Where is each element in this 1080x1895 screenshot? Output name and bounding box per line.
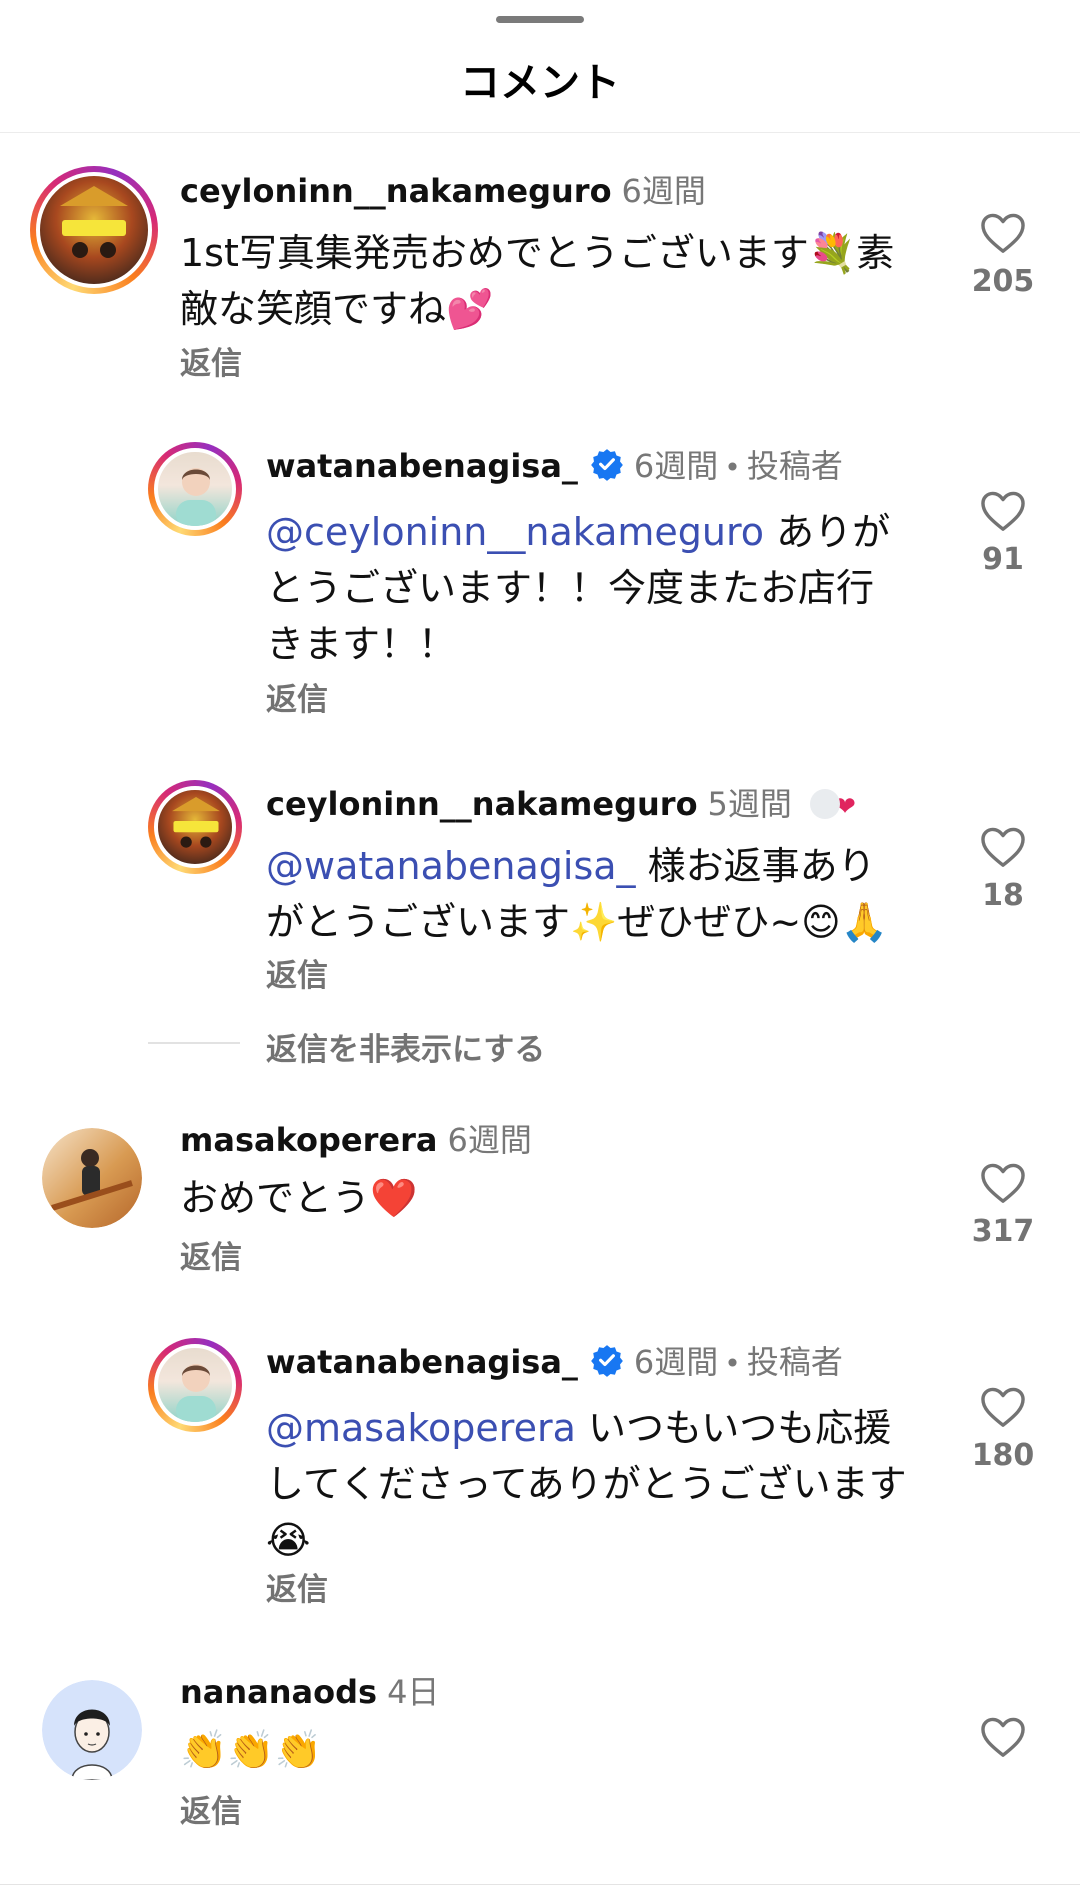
mention-link[interactable]: @ceyloninn__nakameguro <box>266 510 764 554</box>
reply-button[interactable]: 返信 <box>266 950 328 995</box>
like-count: 205 <box>971 264 1035 299</box>
hide-replies-button[interactable]: 返信を非表示にする <box>266 1024 545 1069</box>
comment-time: 4日 <box>387 1673 440 1711</box>
like-count: 180 <box>971 1438 1035 1473</box>
reply-username[interactable]: ceyloninn__nakameguro <box>266 785 698 823</box>
author-tag: 投稿者 <box>746 447 843 485</box>
avatar-ceyloninn[interactable] <box>30 166 158 294</box>
heart-outline-icon <box>981 1163 1025 1203</box>
reply-button[interactable]: 返信 <box>180 1786 242 1831</box>
verified-badge-icon <box>591 449 623 481</box>
heart-outline-icon <box>981 1387 1025 1427</box>
like-button[interactable]: 317 <box>963 1162 1043 1249</box>
comments-sheet: コメント ceyloninn__nakameguro 6週間 1st写真集発売おめ… <box>0 0 1080 1895</box>
author-liked-avatar <box>810 789 841 819</box>
reply-button[interactable]: 返信 <box>180 1232 242 1277</box>
header-divider <box>0 132 1080 133</box>
comment-text: 👏👏👏 <box>180 1728 322 1772</box>
heart-outline-icon <box>981 827 1025 867</box>
avatar-watanabenagisa[interactable] <box>148 1338 242 1432</box>
reply-button[interactable]: 返信 <box>180 338 242 383</box>
like-count: 91 <box>982 542 1024 577</box>
comment-username[interactable]: masakoperera <box>180 1121 437 1159</box>
mention-link[interactable]: @masakoperera <box>266 1406 576 1450</box>
heart-outline-icon <box>981 1717 1025 1757</box>
heart-outline-icon <box>981 213 1025 253</box>
reply-time: 5週間 <box>707 785 792 823</box>
reply-time: 6週間 <box>633 1343 719 1381</box>
avatar-nananaods[interactable] <box>42 1680 142 1780</box>
heart-outline-icon <box>981 491 1025 531</box>
like-count: 18 <box>982 878 1024 913</box>
hide-replies-divider <box>148 1042 240 1044</box>
bottom-divider <box>0 1884 1080 1885</box>
drag-handle[interactable] <box>496 16 584 23</box>
profile-photo-icon <box>176 1364 216 1422</box>
reply-username[interactable]: watanabenagisa_ <box>266 1343 578 1381</box>
comment-username[interactable]: nananaods <box>180 1673 377 1711</box>
like-count: 317 <box>971 1214 1035 1249</box>
like-button[interactable]: 180 <box>963 1386 1043 1473</box>
comment-time: 6週間 <box>447 1121 532 1159</box>
comment-text: 1st写真集発売おめでとうございます💐素敵な笑顔ですね💕 <box>180 231 895 331</box>
like-button[interactable] <box>963 1716 1043 1768</box>
reply-text: @masakoperera いつもいつも応援してくださってありがとうございます😭 <box>266 1406 907 1562</box>
reply-text: @watanabenagisa_ 様お返事ありがとうございます✨ぜひぜひ~😊🙏 <box>266 844 889 944</box>
avatar-watanabenagisa[interactable] <box>148 442 242 536</box>
mention-link[interactable]: @watanabenagisa_ <box>266 844 636 888</box>
sheet-title: コメント <box>460 60 620 106</box>
like-button[interactable]: 18 <box>963 826 1043 913</box>
author-tag: 投稿者 <box>746 1343 843 1381</box>
like-button[interactable]: 91 <box>963 490 1043 577</box>
avatar-ceyloninn[interactable] <box>148 780 242 874</box>
avatar-masakoperera[interactable] <box>42 1128 142 1228</box>
reply-username[interactable]: watanabenagisa_ <box>266 447 578 485</box>
comment-username[interactable]: ceyloninn__nakameguro <box>180 172 612 210</box>
comment-time: 6週間 <box>621 172 706 210</box>
profile-photo-icon <box>51 1149 133 1211</box>
reply-button[interactable]: 返信 <box>266 674 328 719</box>
verified-badge-icon <box>591 1345 623 1377</box>
profile-photo-icon <box>176 468 216 526</box>
reply-time: 6週間 <box>633 447 719 485</box>
ceylon-mask-image <box>172 797 220 848</box>
reply-button[interactable]: 返信 <box>266 1564 328 1609</box>
cartoon-avatar-icon <box>71 1709 113 1780</box>
reply-text: @ceyloninn__nakameguro ありがとうございます！！今度またお… <box>266 510 891 666</box>
comment-text: おめでとう❤️ <box>180 1176 418 1220</box>
ceylon-mask-image <box>60 186 128 258</box>
like-button[interactable]: 205 <box>963 212 1043 299</box>
